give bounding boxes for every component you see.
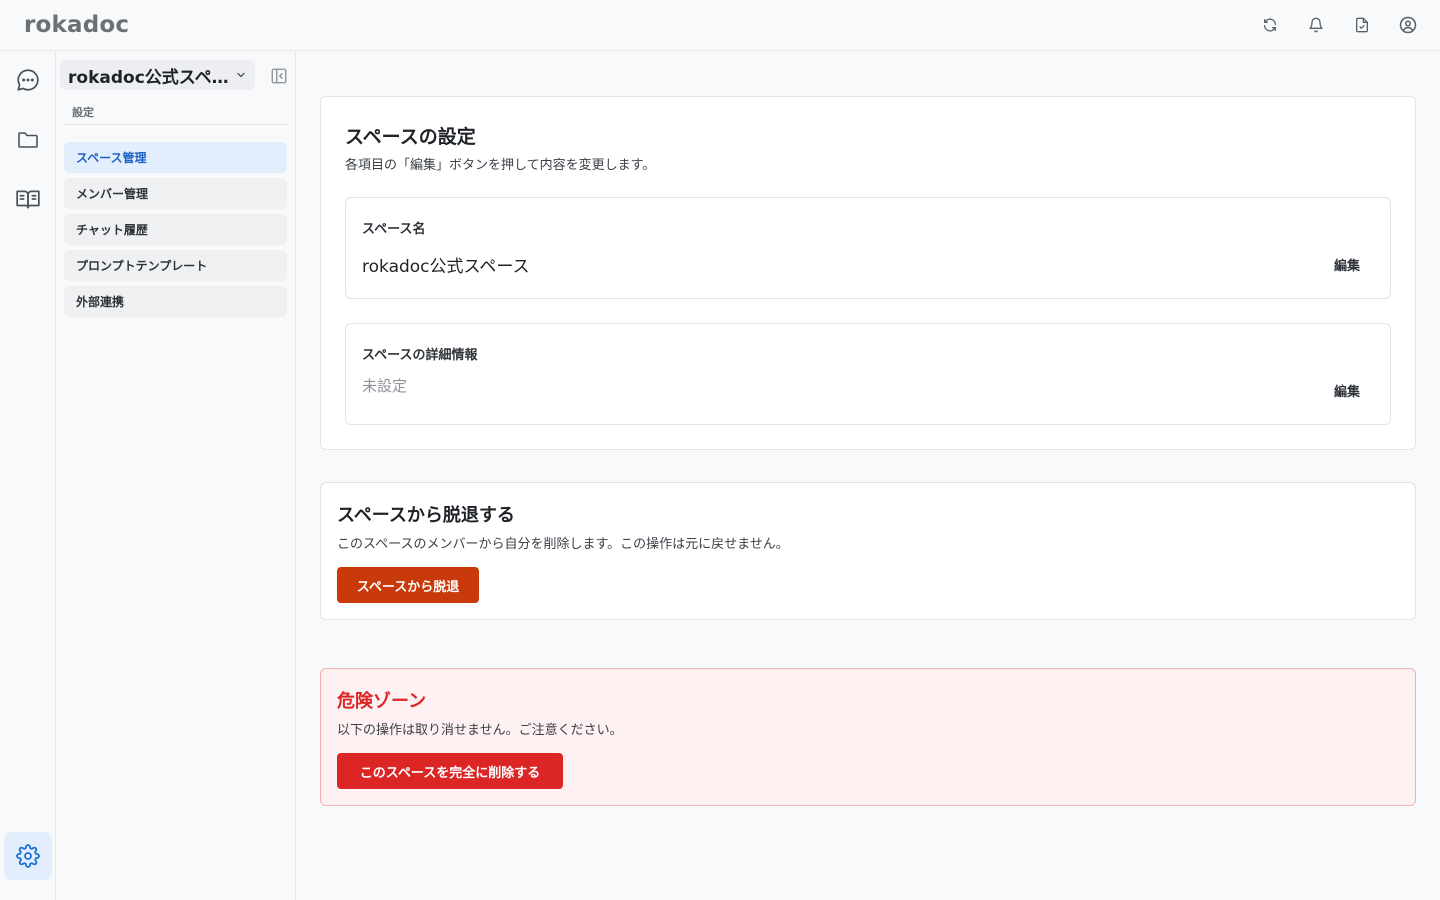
leave-title: スペースから脱退する bbox=[337, 505, 515, 526]
book-icon[interactable] bbox=[4, 175, 52, 223]
document-icon[interactable] bbox=[1350, 13, 1374, 37]
icon-rail bbox=[0, 51, 56, 900]
settings-gear-icon[interactable] bbox=[4, 832, 52, 880]
space-name-value: rokadoc公式スペース bbox=[362, 257, 530, 277]
top-bar: rokadoc bbox=[0, 0, 1440, 51]
sidebar-collapse-icon[interactable] bbox=[269, 66, 289, 86]
folder-icon[interactable] bbox=[4, 116, 52, 164]
edit-space-name-button[interactable]: 編集 bbox=[1334, 255, 1360, 274]
sidebar-item-prompt-templates[interactable]: プロンプトテンプレート bbox=[64, 250, 287, 281]
settings-description: 各項目の「編集」ボタンを押して内容を変更します。 bbox=[345, 158, 656, 173]
sidebar-item-space-management[interactable]: スペース管理 bbox=[64, 142, 287, 173]
space-details-field: スペースの詳細情報 未設定 編集 bbox=[345, 323, 1391, 425]
sidebar-item-chat-history[interactable]: チャット履歴 bbox=[64, 214, 287, 245]
space-details-label: スペースの詳細情報 bbox=[362, 348, 478, 363]
main-content: スペースの設定 各項目の「編集」ボタンを押して内容を変更します。 スペース名 r… bbox=[296, 51, 1440, 900]
sidebar-item-integrations[interactable]: 外部連携 bbox=[64, 286, 287, 317]
sidebar-section-label: 設定 bbox=[72, 106, 94, 119]
space-settings-card: スペースの設定 各項目の「編集」ボタンを押して内容を変更します。 スペース名 r… bbox=[320, 96, 1416, 450]
space-name-field: スペース名 rokadoc公式スペース 編集 bbox=[345, 197, 1391, 299]
leave-space-button[interactable]: スペースから脱退 bbox=[337, 567, 479, 603]
danger-zone-card: 危険ゾーン 以下の操作は取り消せません。ご注意ください。 このスペースを完全に削… bbox=[320, 668, 1416, 806]
top-icon-group bbox=[1258, 13, 1420, 37]
chat-icon[interactable] bbox=[4, 56, 52, 104]
space-selector-name: rokadoc公式スペ… bbox=[68, 67, 229, 88]
sidebar-divider bbox=[64, 124, 287, 125]
bell-icon[interactable] bbox=[1304, 13, 1328, 37]
danger-zone-title: 危険ゾーン bbox=[337, 691, 427, 712]
danger-zone-description: 以下の操作は取り消せません。ご注意ください。 bbox=[337, 723, 623, 738]
settings-sidebar: rokadoc公式スペ… 設定 スペース管理 メンバー管理 チャット履歴 プロン… bbox=[56, 51, 296, 900]
edit-space-details-button[interactable]: 編集 bbox=[1334, 381, 1360, 400]
leave-description: このスペースのメンバーから自分を削除します。この操作は元に戻せません。 bbox=[337, 537, 789, 552]
settings-title: スペースの設定 bbox=[345, 126, 476, 148]
delete-space-button[interactable]: このスペースを完全に削除する bbox=[337, 753, 563, 789]
space-details-value: 未設定 bbox=[362, 377, 408, 395]
brand-logo[interactable]: rokadoc bbox=[24, 12, 129, 38]
leave-space-card: スペースから脱退する このスペースのメンバーから自分を削除します。この操作は元に… bbox=[320, 482, 1416, 620]
sidebar-nav: スペース管理 メンバー管理 チャット履歴 プロンプトテンプレート 外部連携 bbox=[64, 142, 287, 322]
space-selector[interactable]: rokadoc公式スペ… bbox=[60, 60, 255, 90]
user-icon[interactable] bbox=[1396, 13, 1420, 37]
refresh-icon[interactable] bbox=[1258, 13, 1282, 37]
sidebar-item-member-management[interactable]: メンバー管理 bbox=[64, 178, 287, 209]
space-name-label: スペース名 bbox=[362, 222, 426, 237]
chevron-down-icon bbox=[235, 69, 247, 81]
